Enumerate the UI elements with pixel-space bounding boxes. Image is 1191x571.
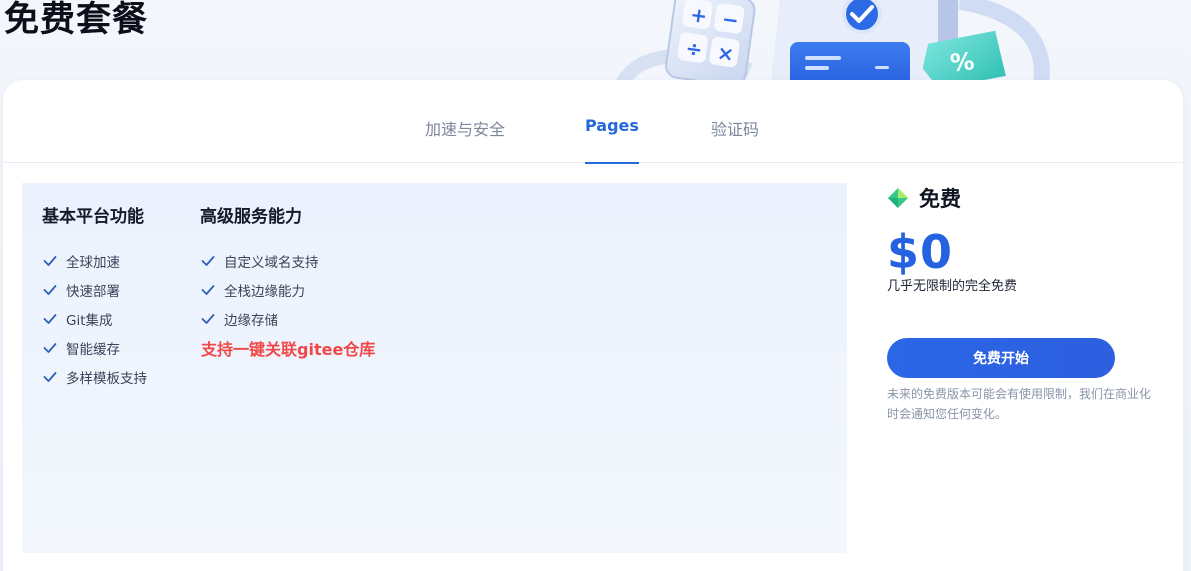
svg-text:×: × <box>716 40 736 66</box>
feature-label: 快速部署 <box>66 283 120 300</box>
list-item: 智能缓存 <box>42 333 147 362</box>
tab-captcha[interactable]: 验证码 <box>711 116 759 163</box>
feature-label: 全栈边缘能力 <box>224 283 305 300</box>
svg-text:+: + <box>689 2 709 28</box>
tab-acceleration-security[interactable]: 加速与安全 <box>425 116 505 163</box>
feature-label: Git集成 <box>66 312 113 329</box>
plan-header: 免费 <box>887 183 1177 213</box>
list-item: 边缘存储 <box>200 304 375 333</box>
advanced-features-list: 自定义域名支持 全栈边缘能力 边缘存储 <box>200 246 375 333</box>
check-icon <box>43 342 57 353</box>
feature-label: 边缘存储 <box>224 312 278 329</box>
price-description: 几乎无限制的完全免费 <box>887 279 1018 294</box>
basic-features-title: 基本平台功能 <box>42 207 144 227</box>
pricing-panel: 免费 $0 几乎无限制的完全免费 免费开始 未来的免费版本可能会有使用限制，我们… <box>887 183 1177 424</box>
plan-name: 免费 <box>919 187 961 211</box>
check-icon <box>201 313 215 324</box>
feature-label: 多样模板支持 <box>66 370 147 387</box>
calculator-illustration-icon: + − ÷ × % <box>613 0 1050 90</box>
pricing-note: 未来的免费版本可能会有使用限制，我们在商业化时会通知您任何变化。 <box>887 387 1152 421</box>
list-item: 自定义域名支持 <box>200 246 375 275</box>
page-title: 免费套餐 <box>4 0 149 40</box>
svg-text:−: − <box>720 7 740 33</box>
price-value: $0 <box>887 225 954 279</box>
svg-text:%: % <box>949 47 976 77</box>
list-item: 快速部署 <box>42 275 147 304</box>
hero-illustration: + − ÷ × % <box>600 0 1070 90</box>
pricing-page: 免费套餐 + − ÷ × % 加速与安全 Pages 验证码 基本平台功能 全球… <box>0 0 1191 571</box>
list-item: 全球加速 <box>42 246 147 275</box>
check-icon <box>43 371 57 382</box>
pricing-card: 加速与安全 Pages 验证码 基本平台功能 全球加速 快速部署 Git集成 智… <box>3 80 1183 571</box>
gitee-highlight-text: 支持一键关联gitee仓库 <box>201 340 376 359</box>
list-item: 多样模板支持 <box>42 362 147 391</box>
svg-text:÷: ÷ <box>684 36 704 62</box>
diamond-icon <box>888 188 908 208</box>
check-icon <box>43 313 57 324</box>
product-tabs: 加速与安全 Pages 验证码 <box>3 80 1183 164</box>
check-icon <box>43 255 57 266</box>
check-icon <box>43 284 57 295</box>
features-panel: 基本平台功能 全球加速 快速部署 Git集成 智能缓存 多样模板支持 高级服务能… <box>22 183 847 553</box>
tab-pages[interactable]: Pages <box>585 116 639 164</box>
feature-label: 智能缓存 <box>66 341 120 358</box>
start-free-button[interactable]: 免费开始 <box>887 338 1115 378</box>
list-item: Git集成 <box>42 304 147 333</box>
check-icon <box>201 255 215 266</box>
check-icon <box>201 284 215 295</box>
basic-features-list: 全球加速 快速部署 Git集成 智能缓存 多样模板支持 <box>42 246 147 391</box>
feature-label: 全球加速 <box>66 254 120 271</box>
advanced-features-column: 高级服务能力 自定义域名支持 全栈边缘能力 边缘存储 支持一键关联gitee仓库 <box>200 206 375 360</box>
basic-features-column: 基本平台功能 全球加速 快速部署 Git集成 智能缓存 多样模板支持 <box>42 206 147 391</box>
list-item: 全栈边缘能力 <box>200 275 375 304</box>
feature-label: 自定义域名支持 <box>224 254 319 271</box>
advanced-features-title: 高级服务能力 <box>200 207 302 227</box>
